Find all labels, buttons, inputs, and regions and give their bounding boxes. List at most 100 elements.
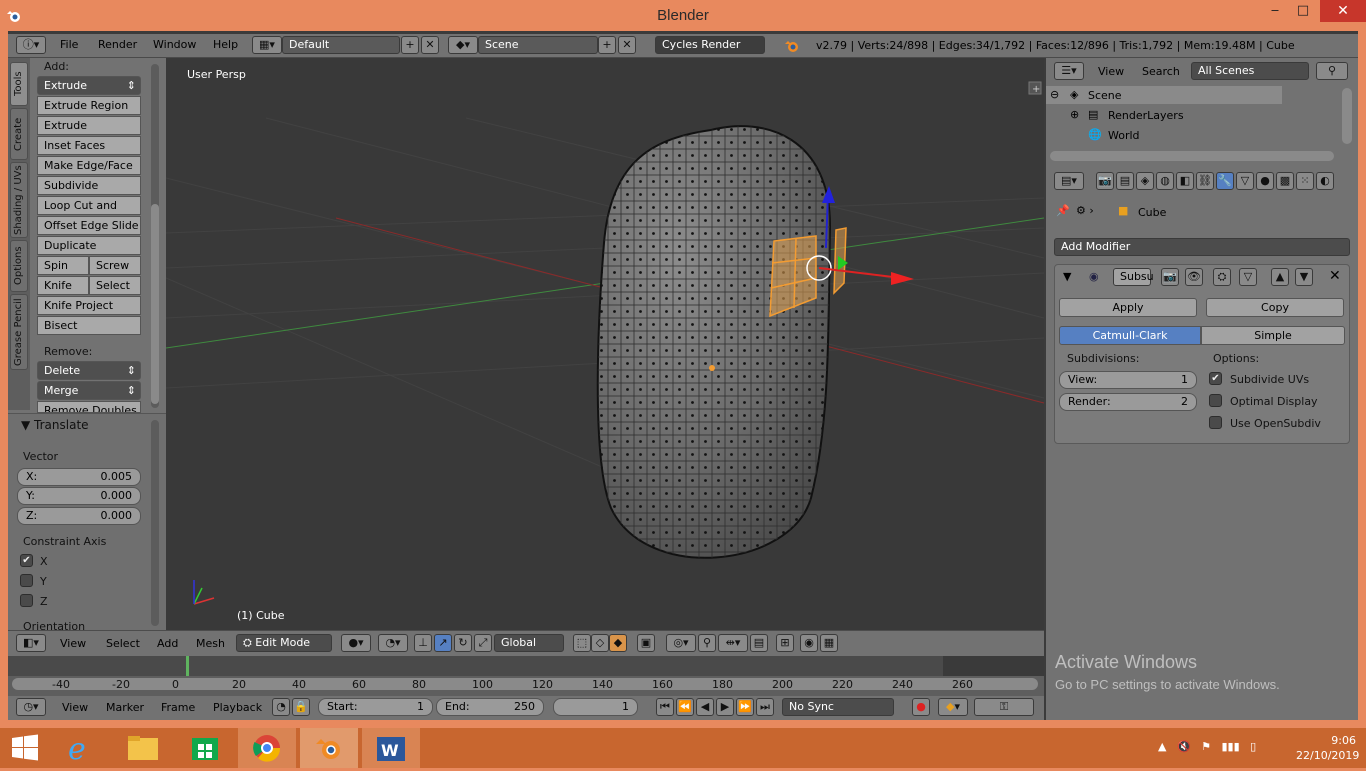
record-icon[interactable]: ● — [912, 698, 930, 716]
show-render-icon[interactable]: 📷 — [1161, 268, 1179, 286]
render-animation-icon[interactable]: ▦ — [820, 634, 838, 652]
menu-window[interactable]: Window — [153, 38, 196, 51]
vertex-select-icon[interactable]: ⬚ — [573, 634, 591, 652]
constraint-z-checkbox[interactable] — [20, 594, 33, 607]
subdivide-uvs-checkbox[interactable]: ✔ — [1209, 372, 1222, 385]
world-tab-icon[interactable]: ◍ — [1156, 172, 1174, 190]
vp-menu-view[interactable]: View — [60, 637, 86, 650]
face-select-icon[interactable]: ◆ — [609, 634, 627, 652]
blender-taskbar-icon[interactable] — [300, 728, 358, 768]
view-levels-field[interactable]: View: 1 — [1059, 371, 1197, 389]
particles-tab-icon[interactable]: ⁙ — [1296, 172, 1314, 190]
outliner-filter-select[interactable]: All Scenes — [1191, 62, 1309, 80]
vp-menu-select[interactable]: Select — [106, 637, 140, 650]
spin-button[interactable]: Spin — [37, 256, 89, 275]
limit-selection-icon[interactable]: ▣ — [637, 634, 655, 652]
delete-dropdown[interactable]: Delete ⇕ — [37, 361, 141, 380]
render-layers-tab-icon[interactable]: ▤ — [1116, 172, 1134, 190]
sync-select[interactable]: No Sync — [782, 698, 894, 716]
manipulator-x-arrow[interactable] — [891, 272, 914, 285]
tab-grease-pencil[interactable]: Grease Pencil — [10, 294, 28, 370]
orientation-select[interactable]: Global — [494, 634, 564, 652]
scene-tab-icon[interactable]: ◈ — [1136, 172, 1154, 190]
render-levels-field[interactable]: Render: 2 — [1059, 393, 1197, 411]
lock-icon[interactable]: 🔒 — [292, 698, 310, 716]
expand-icon[interactable]: ⊕ — [1070, 108, 1079, 121]
knife-project-button[interactable]: Knife Project — [37, 296, 141, 315]
tab-tools[interactable]: Tools — [10, 62, 28, 106]
tools-scrollbar-thumb[interactable] — [151, 204, 159, 404]
tab-options[interactable]: Options — [10, 240, 28, 292]
outliner-search-icon[interactable]: ⚲ — [1316, 62, 1348, 80]
outliner-vscroll[interactable] — [1342, 88, 1352, 144]
screw-button[interactable]: Screw — [89, 256, 141, 275]
constraint-y-checkbox[interactable] — [20, 574, 33, 587]
vector-x-field[interactable]: X: 0.005 — [17, 468, 141, 486]
loop-cut-button[interactable]: Loop Cut and Slide — [37, 196, 141, 229]
scale-manip-icon[interactable]: ⤢ — [474, 634, 492, 652]
extrude-dropdown[interactable]: Extrude ⇕ — [37, 76, 141, 95]
jump-end-icon[interactable]: ⏭ — [756, 698, 774, 716]
manipulator-toggle-icon[interactable]: ⊥ — [414, 634, 432, 652]
show-cage-icon[interactable]: ▽ — [1239, 268, 1257, 286]
pin-icon[interactable]: 📌 — [1056, 204, 1070, 217]
data-tab-icon[interactable]: ▽ — [1236, 172, 1254, 190]
inset-faces-button[interactable]: Inset Faces — [37, 136, 141, 155]
outliner-editor-icon[interactable]: ☰▾ — [1054, 62, 1084, 80]
start-frame-field[interactable]: Start: 1 — [318, 698, 433, 716]
menu-render[interactable]: Render — [98, 38, 137, 51]
outliner-hscroll[interactable] — [1050, 151, 1334, 161]
rotate-manip-icon[interactable]: ↻ — [454, 634, 472, 652]
keying-set-field[interactable]: ⚿ — [974, 698, 1034, 716]
outliner-menu-search[interactable]: Search — [1142, 65, 1180, 78]
render-engine-select[interactable]: Cycles Render — [655, 36, 765, 54]
render-tab-icon[interactable]: 📷 — [1096, 172, 1114, 190]
menu-help[interactable]: Help — [213, 38, 238, 51]
offset-edge-slide-button[interactable]: Offset Edge Slide — [37, 216, 141, 235]
layout-icon[interactable]: ▦▾ — [252, 36, 282, 54]
properties-editor-icon[interactable]: ▤▾ — [1054, 172, 1084, 190]
vp-menu-add[interactable]: Add — [157, 637, 178, 650]
extrude-individual-button[interactable]: Extrude Individual — [37, 116, 141, 149]
next-keyframe-icon[interactable]: ⏩ — [736, 698, 754, 716]
make-edge-face-button[interactable]: Make Edge/Face — [37, 156, 141, 175]
tl-menu-frame[interactable]: Frame — [161, 701, 195, 714]
timeline[interactable]: -40 -20 0 20 40 60 80 100 120 140 160 180 200 220 240 2… — [8, 656, 1044, 696]
start-button[interactable] — [0, 728, 58, 768]
info-editor-icon[interactable]: ⓘ▾ — [16, 36, 46, 54]
snap-element-icon[interactable]: ⇹▾ — [718, 634, 748, 652]
end-frame-field[interactable]: End: 250 — [436, 698, 544, 716]
tray-icons[interactable]: ▲ 🔇 ⚑ ▮▮▮ ▯ — [1158, 740, 1256, 753]
tab-shading-uvs[interactable]: Shading / UVs — [10, 162, 28, 238]
knife-select-button[interactable]: Select — [89, 276, 141, 295]
translate-panel-header[interactable]: ▼ Translate — [21, 418, 89, 432]
proportional-icon[interactable]: ◎▾ — [666, 634, 696, 652]
material-tab-icon[interactable]: ● — [1256, 172, 1274, 190]
jump-start-icon[interactable]: ⏮ — [656, 698, 674, 716]
collapse-icon[interactable]: ⊖ — [1050, 88, 1059, 101]
modifiers-tab-icon[interactable]: 🔧 — [1216, 172, 1234, 190]
menu-file[interactable]: File — [60, 38, 78, 51]
current-frame-indicator[interactable] — [186, 656, 189, 676]
simple-button[interactable]: Simple — [1201, 326, 1345, 345]
viewport-editor-icon[interactable]: ◧▾ — [16, 634, 46, 652]
mode-select[interactable]: ⛭ Edit Mode — [236, 634, 332, 652]
tl-menu-playback[interactable]: Playback — [213, 701, 262, 714]
bisect-button[interactable]: Bisect — [37, 316, 141, 335]
catmull-clark-button[interactable]: Catmull-Clark — [1059, 326, 1201, 345]
keying-icon[interactable]: ◆▾ — [938, 698, 968, 716]
vector-z-field[interactable]: Z: 0.000 — [17, 507, 141, 525]
move-up-icon[interactable]: ▲ — [1271, 268, 1289, 286]
move-down-icon[interactable]: ▼ — [1295, 268, 1313, 286]
physics-tab-icon[interactable]: ◐ — [1316, 172, 1334, 190]
apply-button[interactable]: Apply — [1059, 298, 1197, 317]
copy-button[interactable]: Copy — [1206, 298, 1344, 317]
duplicate-button[interactable]: Duplicate — [37, 236, 141, 255]
clock[interactable]: 9:06 22/10/2019 — [1296, 733, 1359, 763]
constraints-tab-icon[interactable]: ⛓ — [1196, 172, 1214, 190]
play-icon[interactable]: ▶ — [716, 698, 734, 716]
3d-viewport[interactable]: + User Persp (1) Cube — [166, 58, 1044, 630]
outliner-row-renderlayers[interactable]: ⊕ ▤ RenderLayers — [1046, 106, 1282, 124]
add-modifier-select[interactable]: Add Modifier — [1054, 238, 1350, 256]
remove-layout-icon[interactable]: ✕ — [421, 36, 439, 54]
